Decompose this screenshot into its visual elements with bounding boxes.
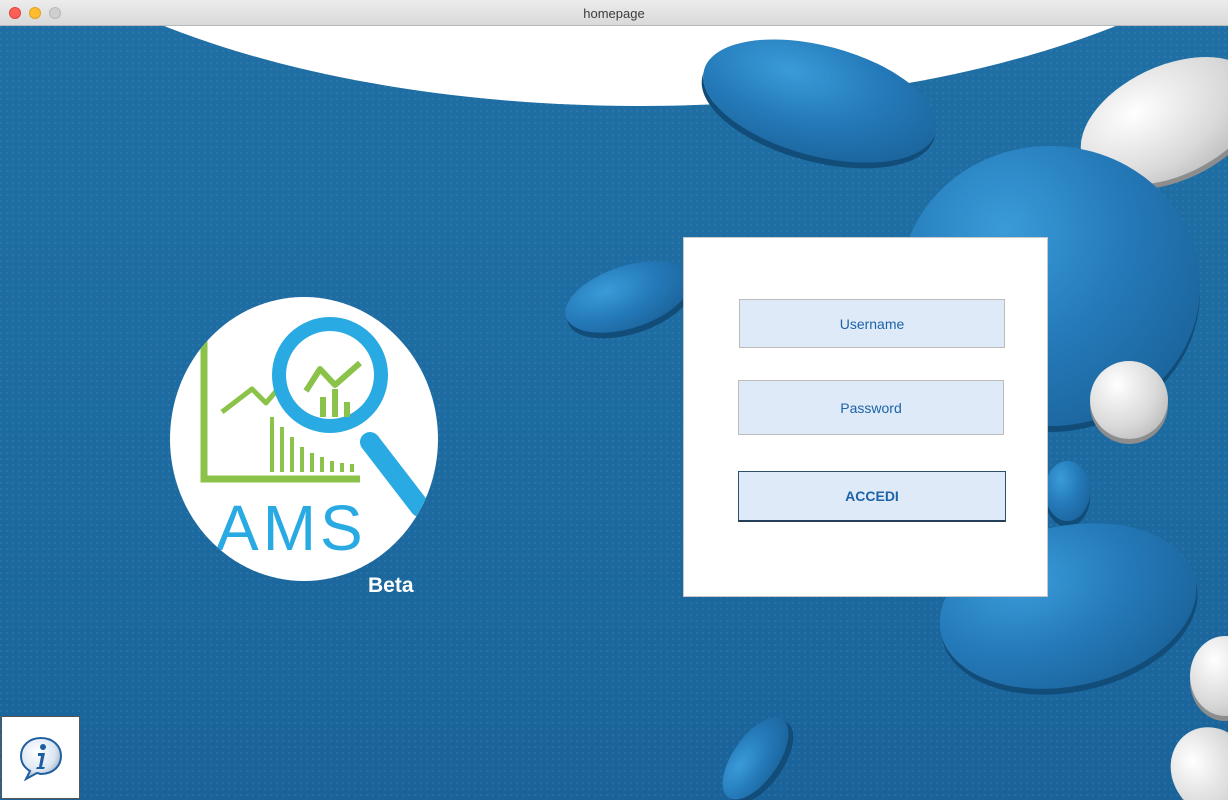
beta-label: Beta	[368, 574, 414, 597]
title-bar: homepage	[0, 0, 1228, 26]
app-logo: AMS	[170, 297, 438, 581]
app-window: homepage AMS Beta Username ACCEDI	[0, 0, 1228, 800]
login-form: ACCEDI	[683, 237, 1048, 597]
pill-decoration	[1190, 636, 1228, 716]
logo-wordmark: AMS	[216, 492, 367, 564]
pill-decoration	[1045, 461, 1090, 521]
pill-decoration	[709, 706, 802, 800]
password-input[interactable]	[738, 380, 1004, 435]
username-input[interactable]	[739, 299, 1005, 348]
window-title: homepage	[583, 6, 645, 21]
pill-decoration	[1154, 712, 1228, 800]
info-icon	[19, 736, 63, 781]
pill-decoration	[1090, 361, 1168, 439]
pill-decoration	[556, 247, 700, 347]
info-button[interactable]	[1, 716, 80, 799]
login-button[interactable]: ACCEDI	[738, 471, 1006, 522]
